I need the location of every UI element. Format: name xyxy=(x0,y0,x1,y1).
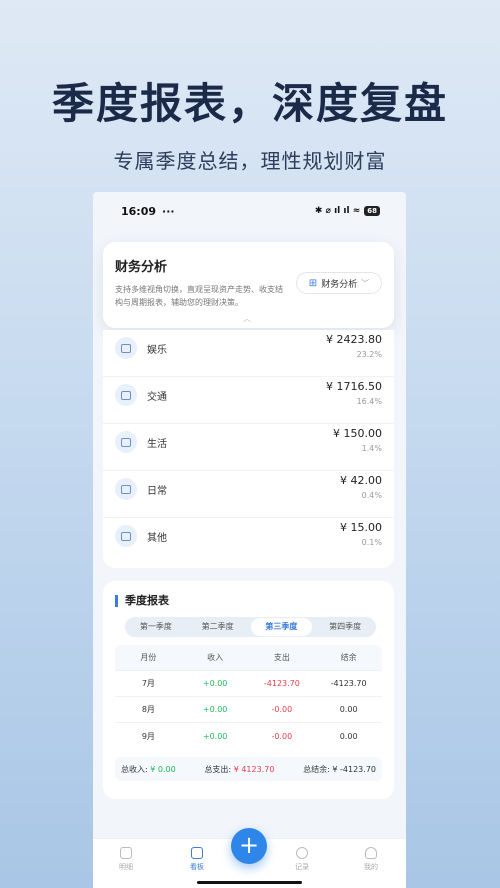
report-table: 月份 收入 支出 结余 7月 +0.00 -4123.70 -4123.70 8… xyxy=(115,645,382,749)
status-dots: ··· xyxy=(162,204,175,218)
table-header: 月份 收入 支出 结余 xyxy=(115,645,382,671)
cell-month: 8月 xyxy=(141,705,155,714)
category-row[interactable]: 日常 ¥ 42.00 0.4% xyxy=(103,471,394,518)
signal-icons: ✱ ⌀ ıl ıl ≈ xyxy=(314,206,361,216)
header-income: 收入 xyxy=(207,653,224,662)
tab-dashboard[interactable]: 看板 xyxy=(172,847,222,872)
tab-q4[interactable]: 第四季度 xyxy=(314,618,376,636)
status-bar: 16:09 ··· ✱ ⌀ ıl ıl ≈ 68 xyxy=(93,192,406,230)
records-icon xyxy=(296,847,308,859)
cell-balance: 0.00 xyxy=(339,731,358,741)
tab-profile[interactable]: 我的 xyxy=(346,847,396,872)
report-totals: 总收入: ¥ 0.00 总支出: ¥ 4123.70 总结余: ¥ -4123.… xyxy=(115,757,382,781)
cell-income: +0.00 xyxy=(202,679,228,688)
category-row[interactable]: 交通 ¥ 1716.50 16.4% xyxy=(103,377,394,424)
status-time: 16:09 xyxy=(121,204,157,218)
chart-icon xyxy=(191,847,203,859)
add-record-button[interactable]: + xyxy=(231,828,267,864)
cell-income: +0.00 xyxy=(202,705,228,714)
analysis-card: 财务分析 支持多维视角切换，直观呈现资产走势、收支结构与周期报表，辅助您的理财决… xyxy=(103,242,394,328)
category-icon xyxy=(115,384,137,406)
category-percent: 0.4% xyxy=(361,491,382,500)
category-amount: ¥ 15.00 xyxy=(340,521,382,534)
chevron-down-icon: ﹀ xyxy=(361,278,370,288)
category-row[interactable]: 其他 ¥ 15.00 0.1% xyxy=(103,518,394,565)
collapse-chevron-icon[interactable]: ︿ xyxy=(243,313,251,324)
home-indicator xyxy=(197,881,302,884)
category-name: 娱乐 xyxy=(147,345,167,356)
category-name: 日常 xyxy=(147,486,167,497)
table-row: 9月 +0.00 -0.00 0.00 xyxy=(115,723,382,749)
category-amount: ¥ 150.00 xyxy=(333,427,382,440)
cell-expense: -0.00 xyxy=(271,705,293,714)
promo-subtitle: 专属季度总结，理性规划财富 xyxy=(113,149,387,173)
category-icon xyxy=(115,525,137,547)
user-icon xyxy=(365,847,377,859)
category-icon xyxy=(115,478,137,500)
cell-expense: -4123.70 xyxy=(263,679,300,688)
category-name: 交通 xyxy=(147,392,167,403)
category-amount: ¥ 42.00 xyxy=(340,474,382,487)
analysis-switch-button[interactable]: ⊞ 财务分析 ﹀ xyxy=(296,272,382,294)
cell-month: 9月 xyxy=(141,731,155,741)
tab-q3[interactable]: 第三季度 xyxy=(250,618,313,636)
cell-balance: 0.00 xyxy=(339,705,358,714)
cell-expense: -0.00 xyxy=(271,731,293,741)
header-expense: 支出 xyxy=(273,653,290,662)
category-amount: ¥ 1716.50 xyxy=(326,380,382,393)
tab-q1[interactable]: 第一季度 xyxy=(125,618,187,636)
cell-balance: -4123.70 xyxy=(330,679,367,688)
analysis-desc: 支持多维视角切换，直观呈现资产走势、收支结构与周期报表，辅助您的理财决策。 xyxy=(115,285,283,307)
battery-icon: 68 xyxy=(364,206,380,216)
category-percent: 1.4% xyxy=(361,444,382,453)
grid-icon: ⊞ xyxy=(308,277,318,289)
category-percent: 23.2% xyxy=(356,350,382,359)
report-title: 季度报表 xyxy=(115,595,169,607)
category-list: 娱乐 ¥ 2423.80 23.2% 交通 ¥ 1716.50 16.4% 生活… xyxy=(103,330,394,568)
header-month: 月份 xyxy=(140,653,157,662)
category-name: 其他 xyxy=(147,533,167,544)
quarter-tabs: 第一季度 第二季度 第三季度 第四季度 xyxy=(125,617,376,637)
category-icon xyxy=(115,337,137,359)
total-expense: 总支出: ¥ 4123.70 xyxy=(204,764,275,774)
category-name: 生活 xyxy=(147,439,167,450)
analysis-button-label: 财务分析 xyxy=(321,279,358,290)
category-percent: 16.4% xyxy=(356,397,382,406)
phone-screen: 16:09 ··· ✱ ⌀ ıl ıl ≈ 68 财务分析 支持多维视角切换，直… xyxy=(93,192,406,888)
category-amount: ¥ 2423.80 xyxy=(326,333,382,346)
tab-details[interactable]: 明细 xyxy=(101,847,151,872)
promo-title: 季度报表，深度复盘 xyxy=(51,79,448,128)
tab-q2[interactable]: 第二季度 xyxy=(187,618,249,636)
category-row[interactable]: 生活 ¥ 150.00 1.4% xyxy=(103,424,394,471)
category-icon xyxy=(115,431,137,453)
total-income: 总收入: ¥ 0.00 xyxy=(121,764,176,774)
header-balance: 结余 xyxy=(340,653,357,662)
quarter-report-card: 季度报表 第一季度 第二季度 第三季度 第四季度 月份 收入 支出 结余 7月 … xyxy=(103,581,394,799)
cell-month: 7月 xyxy=(141,679,155,688)
details-icon xyxy=(120,847,132,859)
table-row: 8月 +0.00 -0.00 0.00 xyxy=(115,697,382,723)
category-percent: 0.1% xyxy=(361,538,382,547)
category-row[interactable]: 娱乐 ¥ 2423.80 23.2% xyxy=(103,330,394,377)
total-balance: 总结余: ¥ -4123.70 xyxy=(303,764,376,774)
cell-income: +0.00 xyxy=(202,731,228,741)
tab-records[interactable]: 记录 xyxy=(277,847,327,872)
table-row: 7月 +0.00 -4123.70 -4123.70 xyxy=(115,671,382,697)
